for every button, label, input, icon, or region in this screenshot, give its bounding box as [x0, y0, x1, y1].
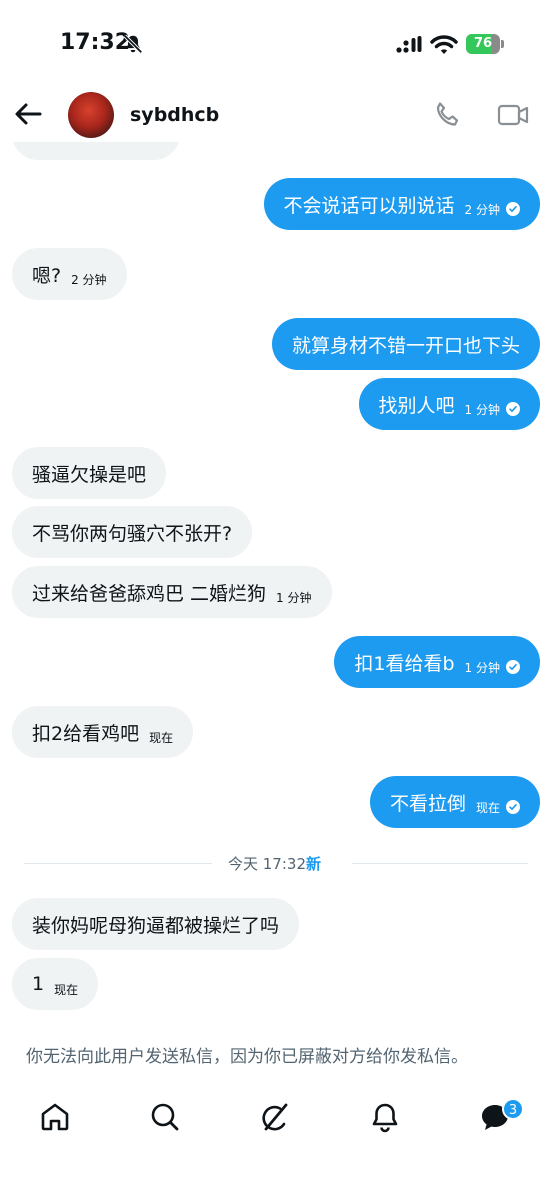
message-time: 现在 [149, 730, 174, 745]
grok-icon[interactable] [258, 1100, 292, 1134]
message-bubble-received[interactable]: 骚逼欠操是吧 [12, 447, 167, 499]
back-arrow-icon[interactable] [12, 98, 44, 130]
message-text: 扣2给看鸡吧 [32, 722, 140, 745]
status-time: 17:32 [60, 30, 131, 55]
message-text: 不会说话可以别说话 [283, 194, 455, 217]
battery-percent: 76 [473, 36, 493, 51]
message-text: 嗯? [32, 264, 62, 287]
message-bubble-received[interactable]: 不骂你两句骚穴不张开? [12, 506, 253, 558]
conversation-header: sybdhcb [0, 90, 552, 142]
read-check-icon [506, 800, 520, 814]
message-time: 2 分钟 [464, 202, 500, 217]
message-text: 装你妈呢母狗逼都被操烂了吗 [32, 914, 280, 937]
message-bubble-sent[interactable]: 就算身材不错一开口也下头 [271, 318, 540, 370]
message-bubble-sent[interactable]: 不会说话可以别说话 2 分钟 [263, 178, 540, 230]
wifi-icon [430, 35, 458, 54]
message-bubble-partial [12, 142, 180, 160]
divider-timestamp: 今天 17:32 [228, 855, 306, 873]
message-bubble-received[interactable]: 嗯? 2 分钟 [12, 248, 127, 300]
message-bubble-sent[interactable]: 找别人吧 1 分钟 [358, 378, 540, 430]
read-check-icon [506, 202, 520, 216]
divider-new-label: 新 [306, 855, 322, 873]
message-time: 现在 [475, 800, 500, 815]
read-check-icon [506, 402, 520, 416]
message-list[interactable]: 不会说话可以别说话 2 分钟 嗯? 2 分钟 就算身材不错一开口也下头 找别人吧… [0, 142, 552, 1034]
home-indicator-area [0, 1170, 552, 1200]
bell-off-icon [123, 34, 143, 54]
video-call-icon[interactable] [496, 100, 530, 130]
avatar[interactable] [68, 92, 114, 138]
phone-icon[interactable] [432, 100, 462, 130]
message-bubble-received[interactable]: 过来给爸爸舔鸡巴 二婚烂狗 1 分钟 [12, 566, 332, 618]
messages-badge: 3 [502, 1098, 524, 1120]
message-time: 1 分钟 [464, 402, 500, 417]
message-text: 1 [32, 973, 45, 995]
message-time: 2 分钟 [71, 272, 107, 287]
message-text: 不骂你两句骚穴不张开? [32, 522, 233, 545]
home-icon[interactable] [38, 1100, 72, 1134]
blocked-dm-notice: 你无法向此用户发送私信，因为你已屏蔽对方给你发私信。 [26, 1047, 468, 1067]
notifications-icon[interactable] [368, 1100, 402, 1134]
message-text: 骚逼欠操是吧 [32, 463, 147, 486]
message-text: 扣1看给看b [354, 652, 455, 675]
message-bubble-sent[interactable]: 不看拉倒 现在 [369, 776, 540, 828]
username[interactable]: sybdhcb [130, 104, 219, 126]
cellular-signal-icon [396, 36, 422, 53]
battery-indicator: 76 [466, 34, 504, 56]
message-bubble-received[interactable]: 装你妈呢母狗逼都被操烂了吗 [12, 898, 300, 950]
message-text: 过来给爸爸舔鸡巴 二婚烂狗 [32, 582, 267, 605]
message-text: 找别人吧 [378, 394, 455, 417]
message-text: 就算身材不错一开口也下头 [291, 334, 520, 357]
status-bar: 17:32 76 [0, 0, 552, 90]
read-check-icon [506, 660, 520, 674]
bottom-tab-bar [0, 1092, 552, 1152]
message-time: 1 分钟 [276, 590, 312, 605]
message-time: 现在 [54, 982, 79, 997]
message-text: 不看拉倒 [389, 792, 466, 815]
message-time: 1 分钟 [464, 660, 500, 675]
new-messages-divider: 今天 17:32 新 [24, 851, 528, 875]
message-bubble-sent[interactable]: 扣1看给看b 1 分钟 [334, 636, 540, 688]
message-bubble-received[interactable]: 扣2给看鸡吧 现在 [12, 706, 194, 758]
message-bubble-received[interactable]: 1 现在 [12, 958, 99, 1010]
search-icon[interactable] [148, 1100, 182, 1134]
